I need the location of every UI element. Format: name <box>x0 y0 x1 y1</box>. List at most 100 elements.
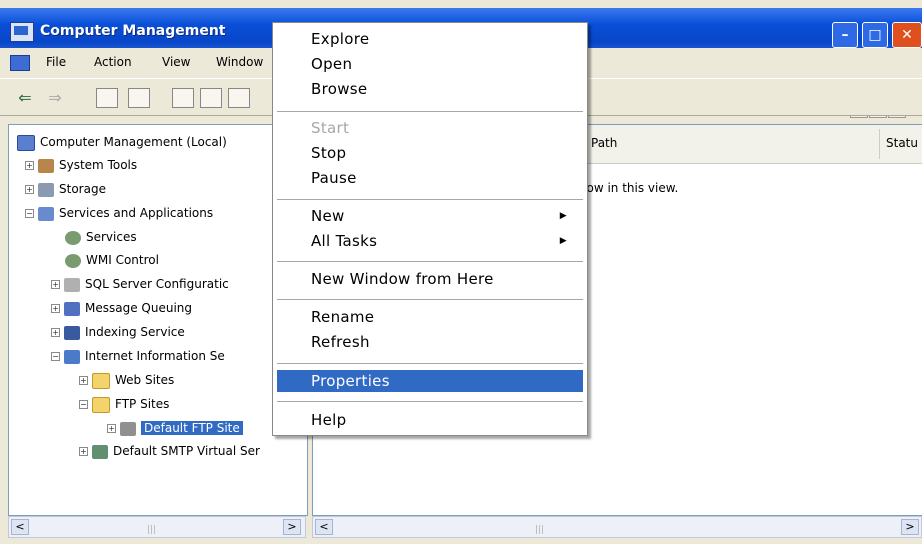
scroll-grip-icon: ||| <box>535 525 545 535</box>
tree-item-system-tools[interactable]: + System Tools <box>25 154 137 176</box>
tree-label: Storage <box>59 182 106 196</box>
tree-label: Message Queuing <box>85 301 193 315</box>
scroll-grip-icon: ||| <box>147 525 157 535</box>
refresh-toolbar-icon[interactable] <box>200 88 222 108</box>
menu-item-browse[interactable]: Browse <box>277 78 583 100</box>
sql-server-icon <box>64 277 80 292</box>
menu-view[interactable]: View <box>162 55 190 69</box>
menu-item-explore[interactable]: Explore <box>277 28 583 50</box>
minimize-button[interactable]: – <box>832 22 858 48</box>
tree-item-indexing[interactable]: + Indexing Service <box>51 321 185 343</box>
tree-label: SQL Server Configuratic <box>85 277 229 291</box>
tree-label: Indexing Service <box>85 325 185 339</box>
scroll-right-button[interactable]: > <box>901 519 919 535</box>
expand-icon[interactable]: + <box>107 424 116 433</box>
menu-item-new[interactable]: New ▶ <box>277 205 583 227</box>
console-icon[interactable] <box>10 55 30 71</box>
gears-icon <box>65 230 81 245</box>
message-queuing-icon <box>64 301 80 316</box>
column-header-path[interactable]: Path <box>591 136 617 150</box>
folder-icon <box>92 372 110 389</box>
menu-item-pause[interactable]: Pause <box>277 167 583 189</box>
tree-item-services[interactable]: Services <box>65 226 137 248</box>
menu-item-properties[interactable]: Properties <box>277 370 583 392</box>
expand-icon[interactable]: + <box>79 447 88 456</box>
menu-item-stop[interactable]: Stop <box>277 142 583 164</box>
expand-icon[interactable]: + <box>25 185 34 194</box>
expand-icon[interactable]: + <box>79 376 88 385</box>
menu-file[interactable]: File <box>46 55 66 69</box>
tree-item-msmq[interactable]: + Message Queuing <box>51 297 192 319</box>
tree-label: Services <box>86 230 137 244</box>
up-folder-icon[interactable] <box>96 88 118 108</box>
wmi-icon <box>65 253 81 268</box>
menu-item-rename[interactable]: Rename <box>277 306 583 328</box>
scroll-left-button[interactable]: < <box>11 519 29 535</box>
tree-label: Computer Management (Local) <box>40 135 227 149</box>
expand-icon[interactable]: + <box>51 280 60 289</box>
menu-item-refresh[interactable]: Refresh <box>277 331 583 353</box>
menu-separator <box>277 261 583 262</box>
close-button[interactable]: ✕ <box>892 22 922 48</box>
show-tree-icon[interactable] <box>128 88 150 108</box>
smtp-icon <box>92 444 108 459</box>
services-apps-icon <box>38 206 54 221</box>
tree-pane: Computer Management (Local) + System Tool… <box>8 124 308 516</box>
tree-item-iis[interactable]: − Internet Information Se <box>51 345 225 367</box>
tree-item-storage[interactable]: + Storage <box>25 178 106 200</box>
scroll-right-button[interactable]: > <box>283 519 301 535</box>
left-horizontal-scrollbar[interactable]: < ||| > <box>8 516 306 538</box>
collapse-icon[interactable]: − <box>79 400 88 409</box>
menu-item-open[interactable]: Open <box>277 53 583 75</box>
collapse-icon[interactable]: − <box>25 209 34 218</box>
menu-item-all-tasks[interactable]: All Tasks ▶ <box>277 230 583 252</box>
column-divider[interactable] <box>879 129 880 159</box>
tree-item-default-ftp-site[interactable]: + Default FTP Site <box>107 417 243 439</box>
scroll-left-button[interactable]: < <box>315 519 333 535</box>
back-icon[interactable]: ⇐ <box>14 88 36 108</box>
tree-label: Default SMTP Virtual Ser <box>113 444 260 458</box>
folder-icon <box>92 396 110 413</box>
tree-item-root[interactable]: Computer Management (Local) <box>17 131 227 153</box>
menu-separator <box>277 363 583 364</box>
expand-icon[interactable]: + <box>51 328 60 337</box>
menu-item-new-window[interactable]: New Window from Here <box>277 268 583 290</box>
menu-window[interactable]: Window <box>216 55 263 69</box>
right-horizontal-scrollbar[interactable]: < ||| > <box>312 516 922 538</box>
collapse-icon[interactable]: − <box>51 352 60 361</box>
properties-toolbar-icon[interactable] <box>172 88 194 108</box>
tree-label: Internet Information Se <box>85 349 225 363</box>
tree-label: System Tools <box>59 158 138 172</box>
computer-icon <box>17 134 35 151</box>
forward-icon[interactable]: ⇒ <box>44 88 66 108</box>
ftp-site-icon <box>120 421 136 436</box>
menu-item-label: New <box>311 207 345 225</box>
expand-icon[interactable]: + <box>25 161 34 170</box>
indexing-icon <box>64 325 80 340</box>
tree-label: Web Sites <box>115 373 175 387</box>
tree-item-default-smtp[interactable]: + Default SMTP Virtual Ser <box>79 440 260 462</box>
tree-item-ftp-sites[interactable]: − FTP Sites <box>79 393 169 415</box>
tree-item-web-sites[interactable]: + Web Sites <box>79 369 174 391</box>
menu-action[interactable]: Action <box>94 55 132 69</box>
menu-item-help[interactable]: Help <box>277 409 583 431</box>
tools-icon <box>38 158 54 173</box>
menu-separator <box>277 401 583 402</box>
menu-separator <box>277 299 583 300</box>
submenu-arrow-icon: ▶ <box>559 236 567 246</box>
export-list-icon[interactable] <box>228 88 250 108</box>
tree-item-sql[interactable]: + SQL Server Configuratic <box>51 273 229 295</box>
tree-label: Services and Applications <box>59 206 214 220</box>
menu-separator <box>277 199 583 200</box>
storage-icon <box>38 182 54 197</box>
column-header-status[interactable]: Statu <box>886 136 918 150</box>
menu-separator <box>277 111 583 112</box>
tree-item-services-apps[interactable]: − Services and Applications <box>25 202 213 224</box>
expand-icon[interactable]: + <box>51 304 60 313</box>
maximize-button[interactable]: □ <box>862 22 888 48</box>
menu-item-start[interactable]: Start <box>277 117 583 139</box>
context-menu: Explore Open Browse Start Stop Pause New… <box>272 22 588 436</box>
tree-label: Default FTP Site <box>141 421 243 435</box>
tree-label: WMI Control <box>86 253 159 267</box>
tree-item-wmi[interactable]: WMI Control <box>65 249 159 271</box>
